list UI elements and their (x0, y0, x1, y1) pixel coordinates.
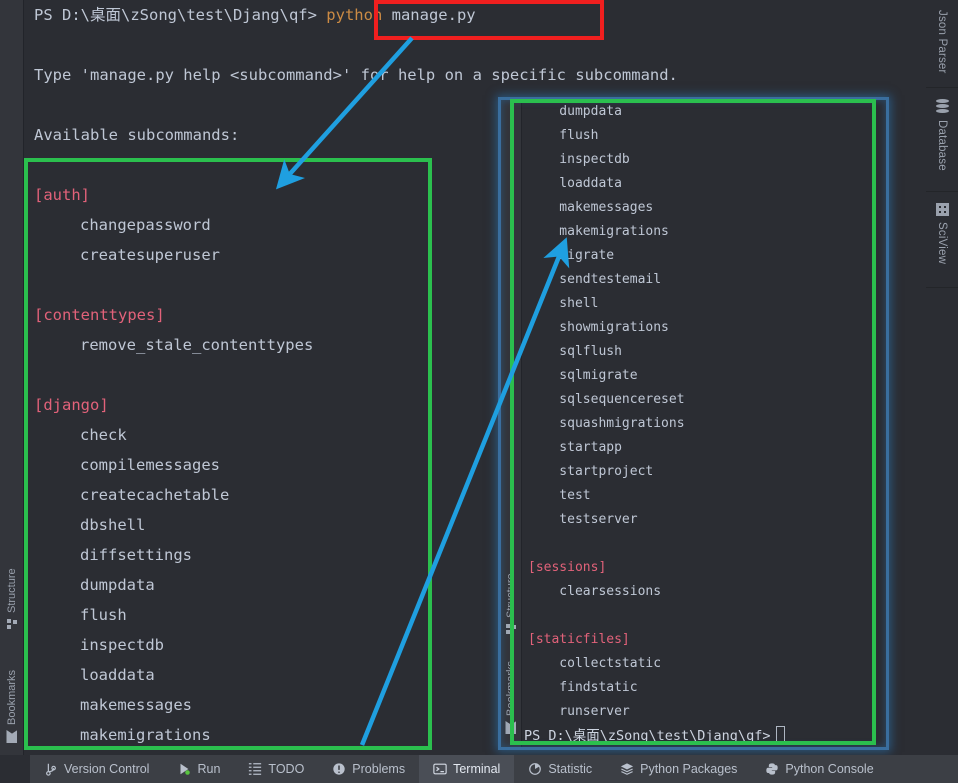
sidebar-item-bookmarks[interactable]: Bookmarks (0, 655, 24, 747)
inset-terminal-lines: dumpdata flush inspectdb loaddata makeme… (528, 100, 888, 724)
layers-icon (620, 763, 634, 775)
status-bar-item-version-control[interactable]: Version Control (30, 755, 163, 783)
bookmark-icon (506, 721, 517, 734)
pie-icon (529, 763, 542, 775)
inset-subcommand-item: dumpdata (528, 104, 622, 119)
tool-tab-label: SciView (936, 222, 948, 265)
status-bar-item-statistic[interactable]: Statistic (514, 755, 606, 783)
run-icon (180, 763, 191, 775)
status-bar-item-label: Terminal (453, 762, 501, 776)
inset-subcommand-item: migrate (528, 248, 615, 263)
inset-subcommand-item: sqlsequencereset (528, 392, 685, 407)
tool-tab-database[interactable]: Database (926, 89, 958, 192)
inset-prompt-text: PS D:\桌面\zSong\test\Djang\qf> (524, 728, 771, 744)
status-bar-item-label: Python Console (785, 762, 874, 776)
grid-icon (935, 203, 949, 216)
status-bar-item-label: Run (197, 762, 221, 776)
status-bar-item-label: Version Control (64, 762, 150, 776)
inset-subcommand-item: testserver (528, 512, 638, 527)
structure-icon (506, 623, 517, 634)
status-bar-pad (0, 755, 30, 783)
status-bar-item-label: Statistic (548, 762, 593, 776)
inset-subcommand-item: flush (528, 128, 599, 143)
structure-icon (7, 618, 18, 629)
inset-subcommand-item: startapp (528, 440, 622, 455)
inset-subcommand-item: shell (528, 296, 599, 311)
right-tool-strip: Json Parser Database SciView (926, 0, 958, 755)
database-icon (935, 99, 949, 114)
status-bar-item-python-packages[interactable]: Python Packages (606, 755, 751, 783)
status-bar-item-label: Python Packages (640, 762, 738, 776)
sidebar-item-label: Structure (505, 573, 517, 618)
terminal-icon (433, 763, 447, 775)
inset-sidebar-item-structure[interactable]: Structure (500, 558, 522, 638)
status-bar-item-python-console[interactable]: Python Console (751, 755, 887, 783)
bookmark-icon (7, 730, 18, 743)
tool-tab-label: Json Parser (936, 10, 948, 74)
status-bar-item-run[interactable]: Run (163, 755, 234, 783)
inset-section-header: [sessions] (528, 560, 607, 575)
status-bar-item-todo[interactable]: TODO (234, 755, 318, 783)
python-icon (766, 763, 779, 775)
inset-tool-gutter: Structure Bookmarks (500, 98, 522, 748)
status-bar-items: Version Control Run TODO Problems Terminal St… (30, 755, 888, 783)
list-icon (249, 763, 262, 775)
status-bar-item-problems[interactable]: Problems (318, 755, 419, 783)
inset-terminal-pane[interactable]: Structure Bookmarks dumpdata flush inspe… (500, 98, 888, 748)
inset-subcommand-item: inspectdb (528, 152, 630, 167)
inset-subcommand-item: findstatic (528, 680, 638, 695)
bottom-status-bar: Version Control Run TODO Problems Terminal St… (0, 755, 958, 783)
inset-subcommand-item: makemigrations (528, 224, 669, 239)
command-keyword: python (326, 6, 383, 24)
command-arg: manage.py (382, 6, 476, 24)
inset-subcommand-item: startproject (528, 464, 654, 479)
terminal-prompt: PS D:\桌面\zSong\test\Djang\qf> (34, 6, 327, 24)
warning-icon (333, 763, 345, 775)
inset-sidebar-item-bookmarks[interactable]: Bookmarks (500, 650, 522, 738)
sidebar-item-label: Bookmarks (6, 669, 18, 725)
left-tool-gutter: Structure Bookmarks (0, 0, 24, 755)
inset-subcommand-item: makemessages (528, 200, 654, 215)
status-bar-item-terminal[interactable]: Terminal (419, 755, 515, 783)
inset-subcommand-item: sqlflush (528, 344, 622, 359)
inset-subcommand-item: runserver (528, 704, 630, 719)
terminal-cursor (776, 725, 786, 743)
inset-subcommand-item: test (528, 488, 591, 503)
tool-tab-json-parser[interactable]: Json Parser (926, 0, 958, 88)
sidebar-item-label: Bookmarks (505, 660, 517, 716)
inset-subcommand-item: sendtestemail (528, 272, 662, 287)
inset-subcommand-item: squashmigrations (528, 416, 685, 431)
inset-prompt-line: PS D:\桌面\zSong\test\Djang\qf> (524, 724, 786, 744)
inset-subcommand-item: loaddata (528, 176, 622, 191)
sidebar-item-label: Structure (6, 568, 18, 613)
status-bar-item-label: Problems (352, 762, 406, 776)
inset-subcommand-item: sqlmigrate (528, 368, 638, 383)
tool-tab-label: Database (936, 120, 948, 171)
ide-window: Structure Bookmarks PS D:\桌面\zSong\test\… (0, 0, 958, 783)
branch-icon (46, 763, 56, 776)
sidebar-item-structure[interactable]: Structure (0, 548, 24, 633)
status-bar-right-pad (888, 755, 958, 783)
inset-subcommand-item: clearsessions (528, 584, 662, 599)
tool-tab-sciview[interactable]: SciView (926, 193, 958, 288)
inset-section-header: [staticfiles] (528, 632, 630, 647)
inset-subcommand-item: showmigrations (528, 320, 669, 335)
terminal-help-line: Type 'manage.py help <subcommand>' for h… (34, 66, 678, 84)
inset-subcommand-item: collectstatic (528, 656, 662, 671)
status-bar-item-label: TODO (268, 762, 305, 776)
terminal-command-line: PS D:\桌面\zSong\test\Djang\qf> python man… (34, 0, 924, 30)
